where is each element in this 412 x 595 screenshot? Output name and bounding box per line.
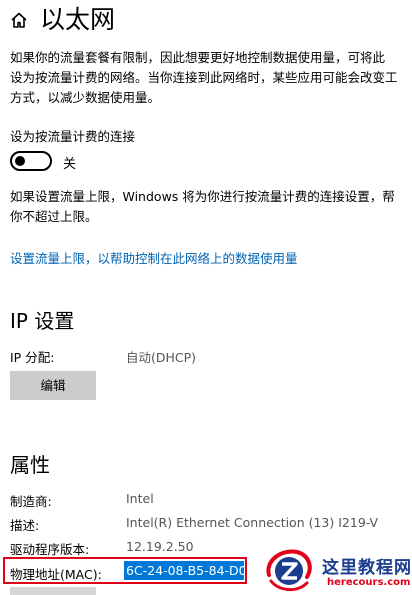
driver-version-label: 驱动程序版本: [10,542,90,557]
driver-version-value: 12.19.2.50 [126,539,194,554]
data-limit-line: 你不超过上限。 [10,209,98,224]
manufacturer-value: Intel [126,491,154,506]
edit-ip-button[interactable]: 编辑 [10,371,96,400]
mac-annotation-box [3,557,247,584]
ip-assignment-label: IP 分配: [10,350,55,365]
toggle-state-text: 关 [63,157,77,172]
metered-description: 如果你的流量套餐有限制，因此想要更好地控制数据使用量，可将此 设为按流量计费的网… [10,48,398,108]
metered-toggle-label: 设为按流量计费的连接 [10,129,136,144]
metered-description-line: 如果你的流量套餐有限制，因此想要更好地控制数据使用量，可将此 [10,50,386,65]
description-value: Intel(R) Ethernet Connection (13) I219-V [126,515,379,530]
toggle-knob [15,156,25,166]
data-limit-line: 如果设置流量上限，Windows 将为你进行按流量计费的连接设置，帮 [10,189,395,204]
properties-heading: 属性 [10,453,50,477]
watermark-site-url: herecours.com [327,577,411,588]
home-icon[interactable] [10,11,28,29]
data-limit-description: 如果设置流量上限，Windows 将为你进行按流量计费的连接设置，帮 你不超过上… [10,187,395,227]
next-button-partial[interactable] [10,587,96,595]
page-title: 以太网 [40,5,116,34]
watermark-logo-icon [266,549,312,591]
set-data-limit-link[interactable]: 设置流量上限，以帮助控制在此网络上的数据使用量 [10,248,298,267]
watermark-site-name: 这里教程网 [322,558,412,578]
description-label: 描述: [10,518,40,533]
metered-connection-toggle[interactable] [10,151,52,171]
ethernet-settings-page: 以太网 如果你的流量套餐有限制，因此想要更好地控制数据使用量，可将此 设为按流量… [0,0,412,595]
ip-settings-heading: IP 设置 [10,309,75,333]
metered-description-line: 方式，以减少数据使用量。 [10,90,161,105]
ip-assignment-value: 自动(DHCP) [126,350,197,365]
manufacturer-label: 制造商: [10,494,52,509]
metered-description-line: 设为按流量计费的网络。当你连接到此网络时，某些应用可能会改变工 [10,70,398,85]
